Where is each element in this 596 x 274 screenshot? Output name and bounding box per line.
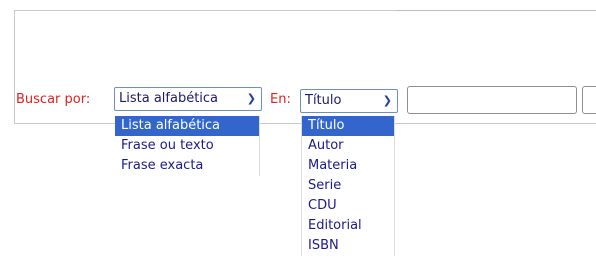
search-page: Buscar por: Lista alfabética ❯ En: Títul… xyxy=(0,0,596,274)
buscar-dropdown-list: Lista alfabética Frase ou texto Frase ex… xyxy=(115,116,260,176)
buscar-option-frase-ou-texto[interactable]: Frase ou texto xyxy=(115,136,259,156)
en-dropdown-list: Título Autor Materia Serie CDU Editorial… xyxy=(301,116,395,256)
search-button[interactable] xyxy=(582,86,596,114)
divider xyxy=(396,10,596,11)
buscar-option-frase-exacta[interactable]: Frase exacta xyxy=(115,156,259,176)
buscar-select[interactable]: Lista alfabética ❯ xyxy=(114,87,262,111)
en-label: En: xyxy=(270,92,291,107)
en-option-cdu[interactable]: CDU xyxy=(302,196,394,216)
buscar-option-lista-alfabetica[interactable]: Lista alfabética xyxy=(115,116,259,136)
buscar-label: Buscar por: xyxy=(16,92,91,107)
en-option-titulo[interactable]: Título xyxy=(302,116,394,136)
en-select[interactable]: Título ❯ xyxy=(300,89,398,113)
chevron-down-icon: ❯ xyxy=(382,94,392,107)
en-select-value: Título xyxy=(305,93,342,108)
search-input[interactable] xyxy=(407,86,577,114)
chevron-down-icon: ❯ xyxy=(246,92,256,105)
en-option-serie[interactable]: Serie xyxy=(302,176,394,196)
buscar-select-value: Lista alfabética xyxy=(119,91,219,106)
en-option-editorial[interactable]: Editorial xyxy=(302,216,394,236)
en-option-isbn[interactable]: ISBN xyxy=(302,236,394,256)
en-option-autor[interactable]: Autor xyxy=(302,136,394,156)
en-option-materia[interactable]: Materia xyxy=(302,156,394,176)
